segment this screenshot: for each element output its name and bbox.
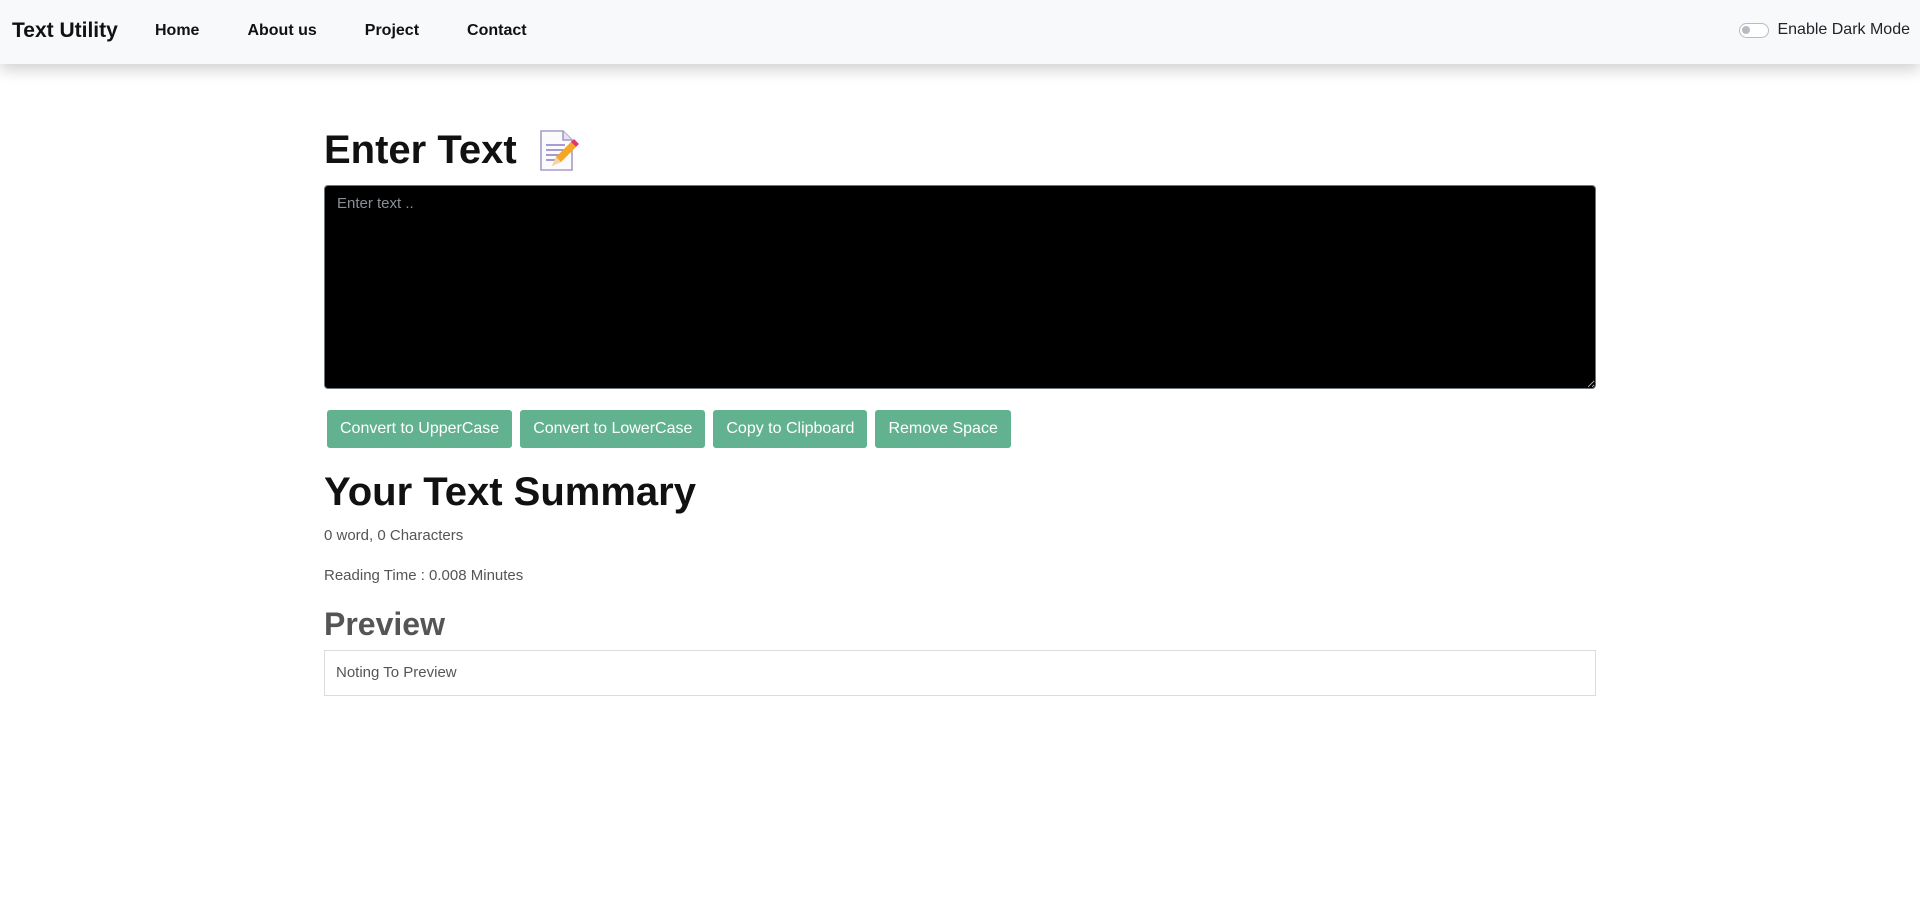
uppercase-button[interactable]: Convert to UpperCase bbox=[327, 410, 513, 448]
enter-text-heading: Enter Text bbox=[324, 128, 517, 172]
brand-link[interactable]: Text Utility bbox=[12, 19, 118, 43]
remove-space-button[interactable]: Remove Space bbox=[875, 410, 1011, 448]
nav-link-contact[interactable]: Contact bbox=[467, 22, 527, 40]
summary-heading: Your Text Summary bbox=[324, 470, 696, 514]
dark-mode-label[interactable]: Enable Dark Mode bbox=[1777, 21, 1910, 39]
text-input[interactable] bbox=[324, 185, 1596, 389]
lowercase-button[interactable]: Convert to LowerCase bbox=[520, 410, 706, 448]
switch-knob bbox=[1742, 25, 1751, 34]
copy-clipboard-button[interactable]: Copy to Clipboard bbox=[713, 410, 868, 448]
dark-mode-switch[interactable] bbox=[1739, 22, 1770, 38]
nav-link-about[interactable]: About us bbox=[247, 22, 316, 40]
nav-links: Home About us Project Contact bbox=[155, 22, 575, 40]
word-char-count: 0 word, 0 Characters bbox=[324, 527, 464, 544]
action-buttons: Convert to UpperCase Convert to LowerCas… bbox=[327, 410, 1019, 448]
navbar: Text Utility Home About us Project Conta… bbox=[0, 0, 1920, 64]
enter-text-heading-row: Enter Text bbox=[324, 128, 579, 172]
reading-time: Reading Time : 0.008 Minutes bbox=[324, 567, 524, 584]
memo-icon bbox=[537, 128, 579, 172]
nav-link-project[interactable]: Project bbox=[365, 22, 419, 40]
dark-mode-toggle: Enable Dark Mode bbox=[1739, 21, 1910, 39]
preview-heading: Preview bbox=[324, 606, 445, 642]
preview-box: Noting To Preview bbox=[324, 650, 1596, 696]
nav-link-home[interactable]: Home bbox=[155, 22, 199, 40]
